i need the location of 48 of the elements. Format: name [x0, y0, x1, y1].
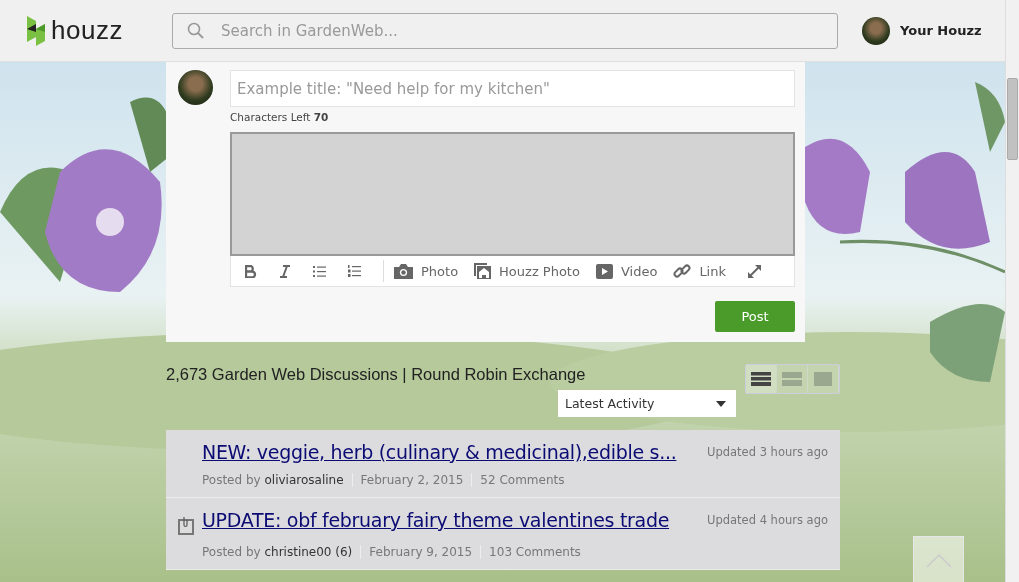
- scrollbar-thumb[interactable]: [1007, 78, 1018, 160]
- houzz-tool[interactable]: Houzz Photo: [474, 263, 580, 279]
- link-icon: [673, 262, 692, 280]
- title-field[interactable]: Example title: "Need help for my kitchen": [230, 70, 795, 107]
- caret-icon: [716, 400, 726, 407]
- search-icon: [187, 21, 204, 39]
- list-view-icon: [751, 372, 771, 386]
- user-menu[interactable]: Your Houzz: [900, 23, 982, 38]
- post-date: February 9, 2015: [360, 545, 481, 559]
- user-avatar: [178, 70, 213, 105]
- bold-icon: [245, 264, 257, 278]
- camera-icon: [394, 263, 413, 279]
- posted-by: Posted by christine00 (6): [202, 545, 354, 559]
- discussion-title[interactable]: UPDATE: obf february fairy theme valentines trade: [202, 509, 708, 535]
- bullet-list-icon: [313, 265, 326, 277]
- comment-count[interactable]: 52 Comments: [471, 473, 573, 487]
- link-tool[interactable]: Link: [673, 262, 726, 280]
- characters-left: Characters Left 70: [230, 111, 330, 123]
- expand-tool[interactable]: [747, 263, 762, 279]
- expand-icon: [747, 263, 762, 279]
- compact-view-icon: [782, 372, 802, 386]
- house-photo-icon: [474, 263, 492, 279]
- post-button[interactable]: Post: [715, 301, 795, 332]
- discussion-title[interactable]: NEW: veggie, herb (culinary & medicinal),edible s...: [202, 441, 708, 463]
- photo-tool[interactable]: Photo: [394, 263, 459, 279]
- italic-icon: [279, 264, 291, 278]
- bullets-tool[interactable]: [313, 265, 326, 277]
- comment-count[interactable]: 103 Comments: [480, 545, 589, 559]
- italic-tool[interactable]: [279, 264, 291, 278]
- video-icon: [595, 263, 613, 279]
- video-tool[interactable]: Video: [595, 263, 658, 279]
- list-view-button[interactable]: [746, 365, 777, 393]
- numbers-tool[interactable]: [348, 265, 361, 277]
- updated-time: Updated 3 hours ago: [707, 445, 828, 461]
- note-icon: [178, 517, 194, 535]
- discussions-heading: 2,673 Garden Web Discussions | Round Robin Exchange: [166, 365, 587, 384]
- sort-select[interactable]: Latest Activity: [558, 390, 736, 417]
- user-avatar[interactable]: [862, 16, 890, 45]
- numbered-list-icon: [348, 265, 361, 277]
- posted-by: Posted by oliviarosaline: [202, 473, 345, 487]
- search-field[interactable]: Search in GardenWeb...: [172, 12, 838, 49]
- grid-view-icon: [814, 372, 832, 386]
- bold-tool[interactable]: [245, 264, 257, 278]
- houzz-logo[interactable]: houzz: [51, 15, 123, 46]
- post-date: February 2, 2015: [351, 473, 472, 487]
- updated-time: Updated 4 hours ago: [707, 513, 828, 529]
- logo-icon[interactable]: [27, 15, 45, 46]
- chevron-up-icon: [925, 554, 952, 568]
